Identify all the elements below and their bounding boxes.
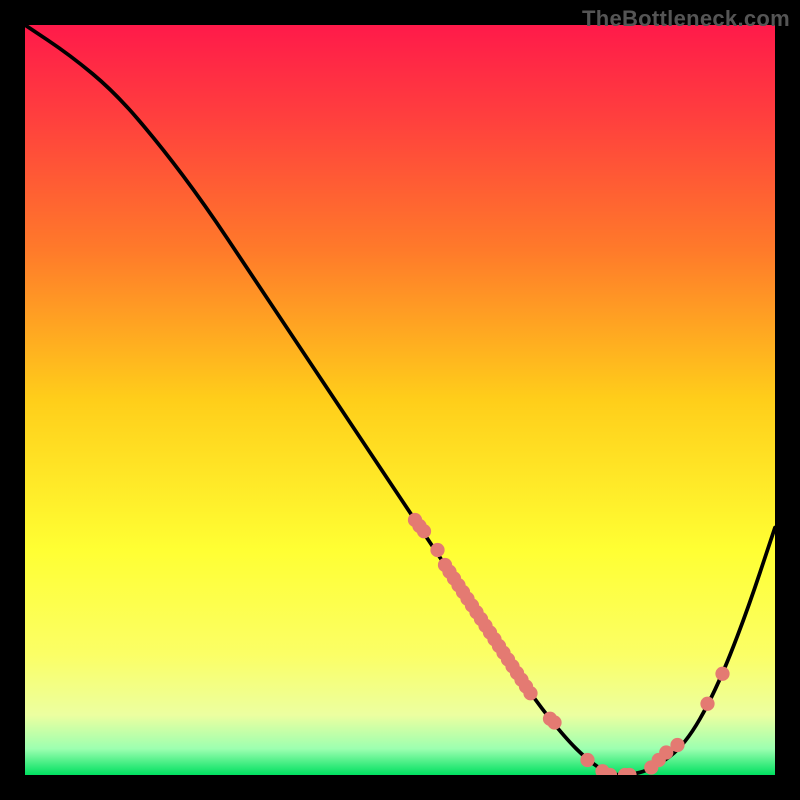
bottleneck-chart-svg [25, 25, 775, 775]
data-dot [700, 697, 714, 711]
chart-stage: TheBottleneck.com [0, 0, 800, 800]
data-dot [417, 524, 431, 538]
data-dot [670, 738, 684, 752]
data-dot [547, 715, 561, 729]
data-dot [715, 667, 729, 681]
data-dot [523, 686, 537, 700]
watermark-text: TheBottleneck.com [582, 6, 790, 32]
data-dot [580, 753, 594, 767]
data-dot [430, 543, 444, 557]
chart-background [25, 25, 775, 775]
